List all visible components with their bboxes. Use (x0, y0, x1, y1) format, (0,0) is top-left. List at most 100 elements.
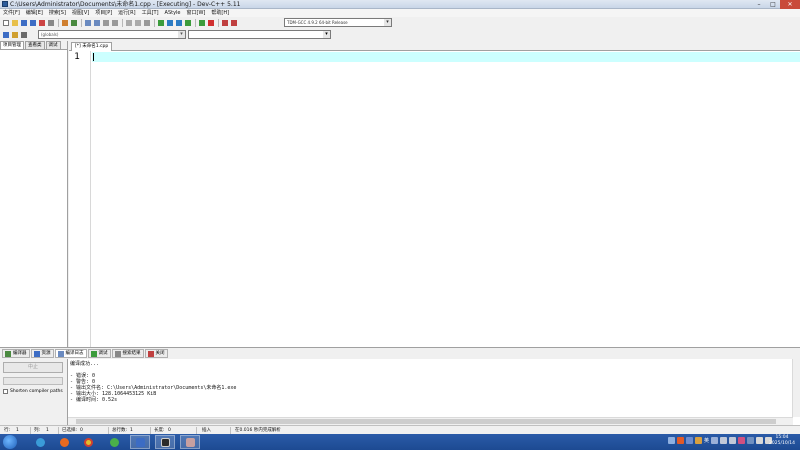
save-icon[interactable] (20, 19, 28, 27)
find-next-icon[interactable] (102, 19, 110, 27)
menu-tools[interactable]: 工具[T] (139, 9, 162, 17)
tab-debug[interactable]: 调试 (45, 41, 61, 49)
tray-grid-icon[interactable] (747, 437, 754, 444)
tray-mic-icon[interactable] (720, 437, 727, 444)
network-icon[interactable] (756, 437, 763, 444)
tray-keyboard-icon[interactable] (729, 437, 736, 444)
window-controls: – □ ✕ (752, 0, 800, 9)
taskbar-clock[interactable]: 15:04 2025/10/14 (768, 435, 796, 447)
minimize-button[interactable]: – (752, 0, 766, 9)
shorten-paths-checkbox[interactable] (3, 389, 8, 394)
status-bar: 行: 1 列: 1 已选择: 0 总行数: 1 长度: 0 插入 在0.016 … (0, 425, 800, 434)
editor-tab-bar: [*] 未命名1.cpp (69, 41, 800, 51)
taskbar-app-icon[interactable] (104, 435, 124, 449)
status-divider (30, 427, 31, 434)
save-all-icon[interactable] (29, 19, 37, 27)
goto-line-icon[interactable] (111, 19, 119, 27)
compiler-grid-icon (5, 350, 11, 357)
log-vertical-scrollbar[interactable] (792, 359, 800, 417)
maximize-button[interactable]: □ (766, 0, 780, 9)
taskbar-window-icon[interactable] (180, 435, 200, 449)
open-file-icon[interactable] (11, 19, 19, 27)
menu-run[interactable]: 运行[R] (115, 9, 138, 17)
unindent-icon[interactable] (11, 31, 19, 39)
shorten-paths-label: Shorten compiler paths (10, 389, 63, 394)
tab-project[interactable]: 项目管理 (0, 41, 24, 49)
indent-icon[interactable] (2, 31, 10, 39)
close-file-icon[interactable] (38, 19, 46, 27)
compile-controls: 中止 Shorten compiler paths (0, 359, 67, 425)
chevron-down-icon[interactable]: ▾ (323, 31, 330, 38)
tab-classes[interactable]: 查看类 (25, 41, 45, 49)
tab-resources[interactable]: 资源 (30, 349, 54, 358)
resources-icon (33, 350, 40, 357)
run-icon[interactable] (166, 19, 174, 27)
menu-help[interactable]: 帮助[H] (208, 9, 232, 17)
taskbar-firefox-icon[interactable] (54, 435, 74, 449)
replace-icon[interactable] (93, 19, 101, 27)
close-button[interactable]: ✕ (780, 0, 800, 9)
tab-compiler[interactable]: 编译器 (2, 349, 30, 358)
abort-compile-button[interactable]: 中止 (3, 362, 63, 373)
print-icon[interactable] (47, 19, 55, 27)
ime-mode-indicator[interactable]: 英 (704, 437, 709, 444)
taskbar-ie-icon[interactable] (30, 435, 50, 449)
compiler-select[interactable]: TDM-GCC 4.9.2 64-bit Release ▾ (284, 18, 392, 27)
tab-close-panel[interactable]: 关闭 (144, 349, 168, 358)
menu-astyle[interactable]: AStyle (162, 9, 184, 17)
member-select[interactable]: ▾ (188, 30, 331, 39)
rebuild-icon[interactable] (184, 19, 192, 27)
profile-icon[interactable] (221, 19, 229, 27)
tray-app-icon[interactable] (694, 437, 702, 444)
tab-compile-log[interactable]: 编译日志 (54, 349, 87, 358)
compile-icon[interactable] (157, 19, 165, 27)
forward-icon[interactable] (134, 19, 142, 27)
check-syntax-icon[interactable] (198, 19, 206, 27)
menu-search[interactable]: 搜索[S] (46, 9, 69, 17)
tab-search-results[interactable]: 搜索结果 (111, 349, 144, 358)
back-icon[interactable] (125, 19, 133, 27)
chevron-down-icon[interactable]: ▾ (384, 19, 391, 26)
tray-clothes-icon[interactable] (738, 437, 745, 444)
windows-taskbar: 英 15:04 2025/10/14 (0, 434, 800, 450)
shorten-paths-option[interactable]: Shorten compiler paths (3, 389, 63, 394)
stop-execution-icon[interactable] (207, 19, 215, 27)
menu-file[interactable]: 文件[F] (0, 9, 23, 17)
compile-log[interactable]: 编译成功... - 错误: 0 - 警告: 0 - 输出文件名: C:\User… (67, 359, 800, 425)
toggle-bookmark-icon[interactable] (143, 19, 151, 27)
new-file-icon[interactable] (2, 19, 10, 27)
taskbar-devcpp-icon[interactable] (130, 435, 150, 449)
log-horizontal-scrollbar[interactable] (68, 417, 793, 425)
tab-debug-output[interactable]: 调试 (87, 349, 111, 358)
tray-up-arrow-icon[interactable] (667, 437, 675, 444)
search-results-icon (114, 350, 121, 357)
menu-project[interactable]: 项目[P] (92, 9, 115, 17)
title-bar: C:\Users\Administrator\Documents\未命名1.cp… (0, 0, 800, 9)
menu-view[interactable]: 视图[V] (69, 9, 92, 17)
undo-icon[interactable] (61, 19, 69, 27)
tray-moon-icon[interactable] (711, 437, 718, 444)
tray-settings-icon[interactable] (685, 437, 693, 444)
debug-icon[interactable] (230, 19, 238, 27)
status-divider (150, 427, 151, 434)
toggle-comment-icon[interactable] (20, 31, 28, 39)
editor-tab-file[interactable]: [*] 未命名1.cpp (71, 42, 113, 51)
status-divider (196, 427, 197, 434)
sogou-ime-icon[interactable] (676, 437, 684, 444)
class-browser-select[interactable]: (globals) ▾ (38, 30, 186, 39)
taskbar-console-icon[interactable] (155, 435, 175, 449)
compile-progress-bar (3, 377, 63, 385)
tab-label: 关闭 (155, 351, 165, 356)
start-button[interactable] (3, 435, 17, 449)
find-icon[interactable] (84, 19, 92, 27)
compile-run-icon[interactable] (175, 19, 183, 27)
taskbar-chrome-icon[interactable] (78, 435, 98, 449)
text-caret (93, 53, 94, 61)
compiler-select-value: TDM-GCC 4.9.2 64-bit Release (287, 20, 348, 25)
chevron-down-icon[interactable]: ▾ (178, 31, 185, 38)
menu-edit[interactable]: 编辑[E] (23, 9, 46, 17)
code-editor[interactable]: 1 (69, 51, 800, 347)
scrollbar-thumb[interactable] (76, 419, 776, 424)
redo-icon[interactable] (70, 19, 78, 27)
menu-window[interactable]: 窗口[W] (184, 9, 209, 17)
